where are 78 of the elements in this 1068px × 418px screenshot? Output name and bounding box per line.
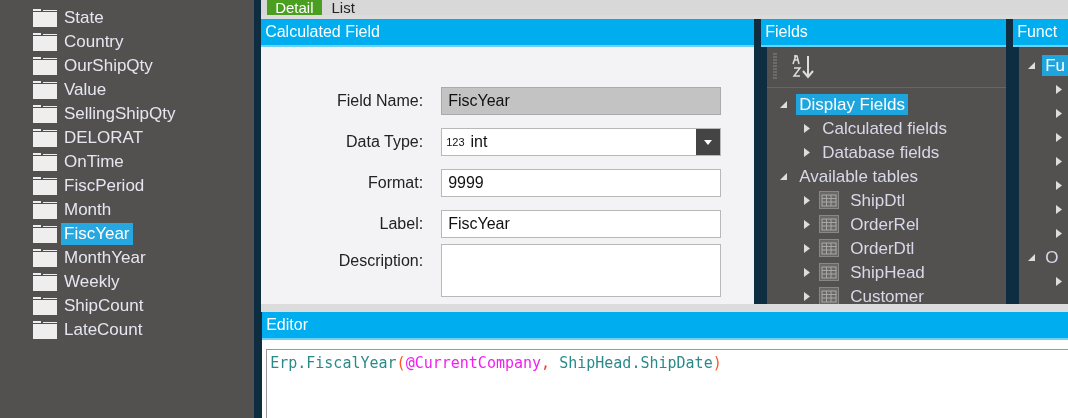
folder-icon [33, 105, 57, 123]
sidebar-item[interactable]: Month [61, 199, 115, 221]
field-label: Label: [378, 214, 425, 233]
tree-item[interactable]: Available tables [796, 165, 921, 187]
sidebar-item[interactable]: Value [61, 79, 110, 101]
field-label: Data Type: [345, 132, 425, 151]
folder-icon [33, 321, 57, 339]
collapsed-triangle-icon[interactable] [1055, 227, 1064, 239]
collapsed-triangle-icon[interactable] [1055, 155, 1064, 167]
sidebar-item[interactable]: OurShipQty [61, 55, 156, 77]
sidebar-item[interactable]: State [61, 7, 107, 29]
sidebar-item[interactable]: Weekly [61, 271, 123, 293]
field-label: Description: [337, 252, 425, 270]
type-label: 123 [446, 134, 465, 150]
dropdown-field[interactable]: 123 int [441, 127, 722, 156]
tree-item[interactable]: Database fields [819, 141, 943, 163]
collapsed-triangle-icon[interactable] [803, 290, 812, 302]
sidebar-item[interactable]: DELORAT [61, 127, 147, 149]
sidebar-item[interactable]: OnTime [61, 151, 127, 173]
table-icon [819, 287, 840, 304]
collapsed-triangle-icon[interactable] [1055, 83, 1064, 95]
collapsed-triangle-icon[interactable] [1055, 107, 1064, 119]
folder-icon [33, 249, 57, 267]
collapsed-triangle-icon[interactable] [1055, 275, 1064, 287]
folder-icon [33, 225, 57, 243]
tree-item[interactable]: ShipDtl [847, 189, 908, 211]
input-field[interactable]: FiscYear [441, 86, 722, 115]
folder-icon [33, 297, 57, 315]
sidebar-item[interactable]: Country [61, 31, 127, 53]
collapsed-triangle-icon[interactable] [803, 242, 812, 254]
collapsed-triangle-icon[interactable] [803, 146, 812, 158]
tree-item[interactable]: OrderDtl [847, 237, 918, 259]
collapsed-triangle-icon[interactable] [1055, 203, 1064, 215]
collapsed-triangle-icon[interactable] [803, 122, 812, 134]
tree-item[interactable]: ShipHead [847, 261, 928, 283]
collapsed-triangle-icon[interactable] [1055, 131, 1064, 143]
table-icon [819, 263, 840, 281]
expanded-triangle-icon[interactable] [1027, 252, 1037, 262]
collapsed-triangle-icon[interactable] [803, 194, 812, 206]
folder-icon [33, 201, 57, 219]
table-icon [819, 215, 840, 233]
expanded-triangle-icon[interactable] [1027, 60, 1037, 70]
panel-header: Editor [262, 312, 1068, 340]
folder-icon [33, 81, 57, 99]
folder-icon [33, 33, 57, 51]
folder-icon [33, 57, 57, 75]
table-icon [819, 191, 840, 209]
tree-item[interactable]: OrderRel [847, 213, 923, 235]
panel-header: Funct [1013, 19, 1068, 47]
grip-icon [773, 53, 778, 81]
folder-icon [33, 273, 57, 291]
table-icon [819, 239, 840, 257]
dropdown-value: int [470, 131, 489, 152]
collapsed-triangle-icon[interactable] [803, 218, 812, 230]
tab[interactable]: Detail [267, 0, 322, 15]
folder-icon [33, 153, 57, 171]
expanded-triangle-icon[interactable] [779, 171, 789, 181]
panel-header: Calculated Field [261, 19, 755, 47]
tab[interactable]: List [323, 0, 363, 15]
tree-item[interactable]: Customer [847, 285, 927, 304]
sidebar-item[interactable]: MonthYear [61, 247, 149, 269]
input-field[interactable]: 9999 [441, 168, 722, 197]
expanded-triangle-icon[interactable] [779, 99, 789, 109]
sidebar-item[interactable]: SellingShipQty [61, 103, 179, 125]
sidebar-item[interactable]: ShipCount [61, 295, 147, 317]
folder-icon [33, 177, 57, 195]
sidebar-item[interactable]: FiscPeriod [61, 175, 148, 197]
tree-item[interactable]: Calculated fields [819, 117, 950, 139]
collapsed-triangle-icon[interactable] [803, 266, 812, 278]
field-label: Format: [367, 173, 425, 192]
folder-icon [33, 9, 57, 27]
input-field[interactable]: FiscYear [441, 209, 722, 238]
field-label: Field Name: [335, 91, 425, 110]
tree-item[interactable]: O [1042, 246, 1062, 268]
sidebar-item[interactable]: LateCount [61, 319, 146, 341]
collapsed-triangle-icon[interactable] [1055, 179, 1064, 191]
folder-icon [33, 129, 57, 147]
panel-header: Fields [761, 19, 1007, 47]
